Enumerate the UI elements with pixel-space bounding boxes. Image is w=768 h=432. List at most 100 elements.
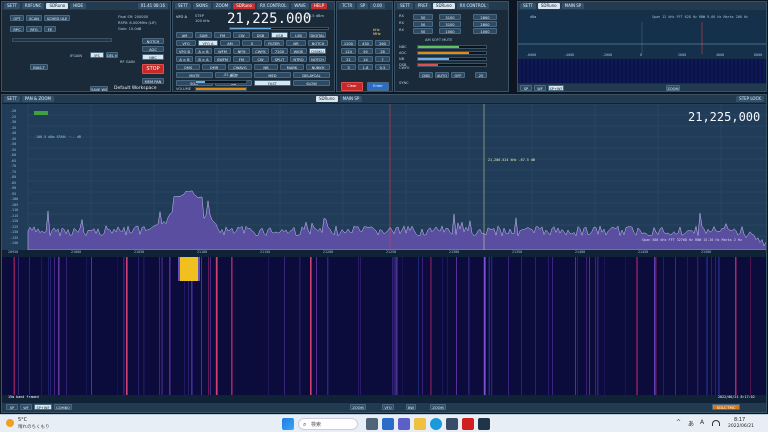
rx-row1-5[interactable]: NR: [286, 40, 306, 46]
stop-button[interactable]: STOP: [142, 64, 164, 74]
clock-time[interactable]: 8:17: [734, 417, 745, 423]
rx-row4-1[interactable]: QMR: [202, 64, 226, 70]
edge-icon[interactable]: [430, 418, 442, 430]
ime-mode[interactable]: A: [700, 419, 704, 426]
bw-button[interactable]: 25: [475, 72, 487, 78]
tab-sp[interactable]: SP: [6, 404, 18, 410]
fe-button[interactable]: FE: [44, 26, 56, 32]
vfo-button[interactable]: VFO: [382, 404, 394, 410]
rx-row6-2[interactable]: FAST: [254, 80, 291, 86]
ifs-button[interactable]: IFS: [90, 52, 104, 58]
tab-zoom[interactable]: ZOOM: [212, 3, 232, 9]
save-ws-button[interactable]: SAVE WS: [90, 86, 108, 91]
rx-row6-3[interactable]: SLOW: [293, 80, 330, 86]
tab-tctr[interactable]: TCTR: [339, 3, 356, 9]
row-v3-2[interactable]: 1000: [473, 28, 497, 34]
notch-button[interactable]: NOTCH: [142, 38, 164, 44]
rx-row3-2[interactable]: SWFM: [214, 56, 231, 62]
store-icon[interactable]: [446, 418, 458, 430]
squelch-slider[interactable]: [195, 80, 247, 84]
tab-help[interactable]: HELP: [310, 3, 328, 9]
zoom2-button[interactable]: ZOOM: [430, 404, 446, 410]
clear-button[interactable]: Clear: [341, 82, 363, 91]
mode-cw[interactable]: CW: [233, 32, 250, 38]
rf-gain-slider[interactable]: [12, 38, 112, 42]
widgets-icon[interactable]: [382, 418, 394, 430]
mode-fm[interactable]: FM: [214, 32, 231, 38]
band-50[interactable]: 50: [358, 48, 373, 54]
rx-row1-0[interactable]: VFO: [176, 40, 196, 46]
task-view-icon[interactable]: [366, 418, 378, 430]
bar-dsb[interactable]: [417, 63, 487, 67]
mem-pan-button[interactable]: MEM PAN: [142, 78, 164, 84]
tab-rxfunc[interactable]: RXFUNC: [21, 3, 45, 9]
mode-sam[interactable]: SAM: [195, 32, 212, 38]
tab-hide[interactable]: HIDE: [70, 3, 86, 9]
band-430[interactable]: 430: [358, 40, 373, 46]
rx-row2-7[interactable]: DSBKU: [309, 48, 326, 54]
tab-pref[interactable]: PREF: [414, 3, 431, 9]
tab-pan-zoom[interactable]: PAN & ZOOM: [21, 96, 54, 102]
wifi-icon[interactable]: [712, 420, 720, 426]
row-v1-0[interactable]: 50: [413, 14, 433, 20]
tab-sett[interactable]: SETT: [4, 3, 20, 9]
del-nbm-button[interactable]: DEL NBM: [106, 52, 118, 58]
rx-row3-4[interactable]: CW: [252, 56, 269, 62]
row-v1-2[interactable]: 50: [413, 28, 433, 34]
dsb-button[interactable]: DSB: [419, 72, 433, 78]
band-124[interactable]: 124: [341, 48, 356, 54]
search-box[interactable]: ⌕ 検索: [298, 418, 358, 430]
band-3[interactable]: 3: [341, 64, 356, 70]
mode-lsb[interactable]: LSB: [290, 32, 307, 38]
off-button[interactable]: OFF: [451, 72, 465, 78]
tab-combo[interactable]: COMBO: [54, 404, 72, 410]
volume-slider[interactable]: [195, 87, 247, 91]
start-icon[interactable]: [282, 418, 294, 430]
rx-row1-2[interactable]: AM: [220, 40, 240, 46]
tab-sp[interactable]: SP: [357, 3, 369, 9]
step-lock-button[interactable]: STEP LOCK: [736, 96, 764, 102]
scan-button[interactable]: SCAN: [26, 15, 42, 21]
mode-dsb[interactable]: DSB: [252, 32, 269, 38]
tab-sett[interactable]: SETT: [397, 3, 413, 9]
row-v2-0[interactable]: 3100: [439, 14, 461, 20]
row-v2-1[interactable]: 3100: [439, 21, 461, 27]
rx-row2-1[interactable]: A > B: [195, 48, 212, 54]
tab-skins[interactable]: SKINS: [192, 3, 211, 9]
auto-button[interactable]: AUTO: [435, 72, 449, 78]
rpc-button[interactable]: RPC: [10, 26, 24, 32]
rx-row1-1[interactable]: VFO A: [198, 40, 218, 46]
rx-row1-4[interactable]: FILTER: [264, 40, 284, 46]
band-1200[interactable]: 1200: [341, 40, 356, 46]
agc-button[interactable]: AGC: [142, 46, 164, 52]
nbc-button[interactable]: NBC: [142, 54, 164, 60]
vfo-frequency[interactable]: 21,225.000: [227, 11, 311, 27]
band-21[interactable]: 21: [341, 56, 356, 62]
bar-nbc[interactable]: [417, 45, 487, 49]
mode-digital[interactable]: DIGITAL: [309, 32, 326, 38]
band-28[interactable]: 28: [375, 48, 390, 54]
rx-row2-0[interactable]: VFO B: [176, 48, 193, 54]
rx-row4-5[interactable]: NUBKH: [306, 64, 330, 70]
sqlc-tmc-button[interactable]: SQLC TMC: [712, 404, 740, 410]
opt-button[interactable]: OPT: [10, 15, 24, 21]
mini-zoom[interactable]: ZOOM: [666, 85, 680, 91]
rx-row4-0[interactable]: QMS: [176, 64, 200, 70]
mode-usb[interactable]: USB: [271, 32, 288, 38]
tab-sett[interactable]: SETT: [520, 3, 536, 9]
tab-spwf[interactable]: SP+WF: [34, 404, 52, 410]
mcafee-icon[interactable]: [462, 418, 474, 430]
mini-tab-wf[interactable]: WF: [534, 85, 546, 91]
main-spectrum-plot[interactable]: [2, 104, 767, 250]
tab-sett[interactable]: SETT: [175, 3, 191, 9]
mini-tab-sp[interactable]: SP: [520, 85, 532, 91]
row-v3-1[interactable]: 2800: [473, 21, 497, 27]
row-v1-1[interactable]: 50: [413, 21, 433, 27]
rx-row3-1[interactable]: B > A: [195, 56, 212, 62]
rx-row1-6[interactable]: NOTCH: [308, 40, 328, 46]
explorer-icon[interactable]: [414, 418, 426, 430]
rx-row3-0[interactable]: A > B: [176, 56, 193, 62]
rx-row3-3[interactable]: FM: [233, 56, 250, 62]
ime-indicator[interactable]: あ: [688, 419, 694, 428]
bw-button[interactable]: BW: [406, 404, 416, 410]
